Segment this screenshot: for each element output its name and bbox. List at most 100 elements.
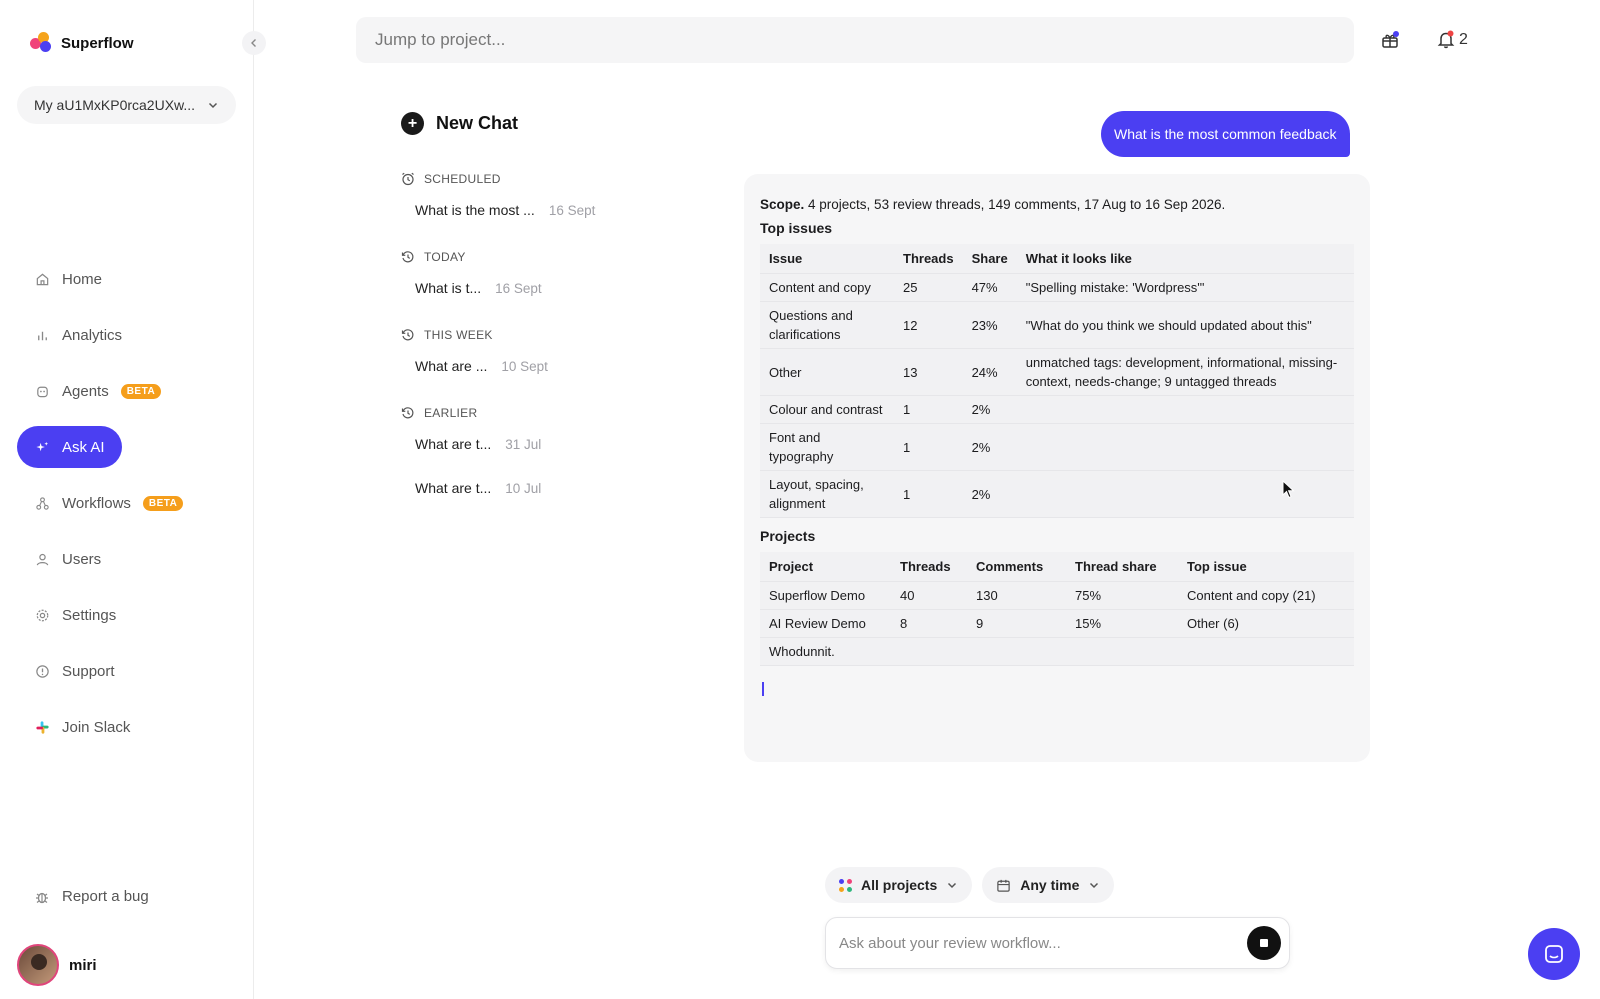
history-icon (401, 407, 414, 419)
calendar-icon (997, 879, 1010, 892)
collapse-sidebar-button[interactable] (242, 31, 266, 55)
slack-icon (34, 719, 50, 735)
time-filter-label: Any time (1020, 877, 1080, 893)
notification-count: 2 (1459, 30, 1468, 48)
sidebar-item-label: Home (62, 270, 103, 288)
workspace-label: My aU1MxKP0rca2UXw... (34, 97, 196, 113)
table-cell: Questions and clarifications (760, 301, 894, 349)
history-group-label: EARLIER (401, 404, 701, 422)
column-header: Top issue (1178, 552, 1354, 582)
table-row: Whodunnit. (760, 637, 1354, 666)
table-row: Superflow Demo 40 130 75% Content and co… (760, 581, 1354, 610)
table-cell: 24% (962, 348, 1017, 396)
help-chat-button[interactable] (1528, 928, 1580, 980)
column-header: Issue (760, 244, 894, 274)
table-cell: Other (760, 348, 894, 396)
column-header: Share (962, 244, 1017, 274)
alarm-clock-icon (402, 172, 414, 186)
sidebar-item-support[interactable]: Support (17, 650, 239, 692)
agent-icon (34, 383, 50, 399)
gift-icon (1382, 31, 1399, 48)
sidebar-item-label: Join Slack (62, 718, 131, 736)
history-item[interactable]: What is the most ... 16 Sept (415, 188, 701, 232)
user-profile[interactable]: miri (17, 944, 97, 986)
chat-bubble-icon (1545, 945, 1563, 963)
table-cell: unmatched tags: development, information… (1016, 348, 1354, 396)
sidebar: Superflow My aU1MxKP0rca2UXw... Home Ana… (0, 0, 266, 999)
streaming-caret (762, 682, 764, 696)
mouse-cursor-icon (1282, 480, 1295, 499)
sidebar-item-label: Settings (62, 606, 117, 624)
whats-new-button[interactable] (1380, 30, 1400, 50)
sidebar-item-analytics[interactable]: Analytics (17, 314, 239, 356)
sidebar-item-users[interactable]: Users (17, 538, 239, 580)
sidebar-item-home[interactable]: Home (17, 258, 239, 300)
sidebar-item-join-slack[interactable]: Join Slack (17, 706, 239, 748)
report-bug-button[interactable]: Report a bug (34, 888, 149, 905)
history-item[interactable]: What are ... 10 Sept (415, 344, 701, 388)
report-bug-label: Report a bug (62, 888, 149, 905)
table-cell: 13 (894, 348, 963, 396)
project-filter-dropdown[interactable]: All projects (825, 867, 973, 903)
notifications-button[interactable]: 2 (1437, 30, 1468, 49)
home-icon (34, 271, 50, 287)
workspace-selector[interactable]: My aU1MxKP0rca2UXw... (17, 86, 236, 124)
table-cell: 1 (894, 470, 963, 518)
table-cell: 15% (1066, 609, 1178, 638)
table-cell: 23% (962, 301, 1017, 349)
history-item-date: 31 Jul (505, 436, 542, 452)
sidebar-item-label: Workflows (62, 494, 131, 512)
projects-title: Projects (760, 528, 816, 544)
table-row: Other 13 24% unmatched tags: development… (760, 348, 1354, 396)
sidebar-item-settings[interactable]: Settings (17, 594, 239, 636)
sidebar-item-workflows[interactable]: Workflows BETA (17, 482, 239, 524)
table-cell (1016, 423, 1354, 471)
chat-composer (825, 917, 1290, 969)
jump-to-project-search[interactable]: Jump to project... (356, 17, 1354, 63)
time-filter-dropdown[interactable]: Any time (982, 867, 1115, 903)
history-item-title: What are t... (415, 436, 492, 452)
sidebar-item-label: Analytics (62, 326, 123, 344)
info-icon (34, 663, 50, 679)
table-cell: 40 (891, 581, 967, 610)
sidebar-item-agents[interactable]: Agents BETA (17, 370, 239, 412)
table-cell: "Spelling mistake: 'Wordpress'" (1016, 273, 1354, 302)
sidebar-nav: Home Analytics Agents BETA Ask AI Workfl… (17, 258, 239, 762)
beta-badge: BETA (142, 495, 184, 511)
table-cell: 1 (894, 423, 963, 471)
history-group-this-week: THIS WEEK What are ... 10 Sept (401, 326, 701, 388)
history-item-date: 16 Sept (495, 280, 542, 296)
column-header: What it looks like (1016, 244, 1354, 274)
projects-table: Project Threads Comments Thread share To… (760, 552, 1354, 666)
history-icon (401, 251, 414, 263)
table-row: Content and copy 25 47% "Spelling mistak… (760, 273, 1354, 302)
bell-icon (1437, 30, 1455, 49)
column-header: Threads (894, 244, 963, 274)
avatar (17, 944, 59, 986)
search-placeholder: Jump to project... (375, 30, 506, 49)
table-cell: Layout, spacing, alignment (760, 470, 894, 518)
table-row: AI Review Demo 8 9 15% Other (6) (760, 609, 1354, 638)
history-icon (401, 329, 414, 341)
table-cell: Superflow Demo (760, 581, 891, 610)
history-item[interactable]: What are t... 10 Jul (415, 466, 701, 510)
table-cell: AI Review Demo (760, 609, 891, 638)
history-item-title: What is the most ... (415, 202, 535, 218)
scope-text: 4 projects, 53 review threads, 149 comme… (808, 197, 1226, 212)
table-cell (967, 637, 1066, 666)
brand[interactable]: Superflow (30, 32, 134, 54)
table-cell (1066, 637, 1178, 666)
new-chat-button[interactable]: + New Chat (401, 112, 518, 135)
history-item-title: What are t... (415, 480, 492, 496)
chat-input[interactable] (839, 934, 1247, 952)
stop-generation-button[interactable] (1247, 926, 1281, 960)
history-item[interactable]: What is t... 16 Sept (415, 266, 701, 310)
top-issues-title: Top issues (760, 220, 833, 236)
history-item[interactable]: What are t... 31 Jul (415, 422, 701, 466)
table-cell: 130 (967, 581, 1066, 610)
table-header-row: Project Threads Comments Thread share To… (760, 552, 1354, 582)
table-cell: 25 (894, 273, 963, 302)
table-cell: 2% (962, 395, 1017, 424)
sidebar-item-ask-ai[interactable]: Ask AI (17, 426, 122, 468)
projects-grid-icon (839, 878, 852, 892)
